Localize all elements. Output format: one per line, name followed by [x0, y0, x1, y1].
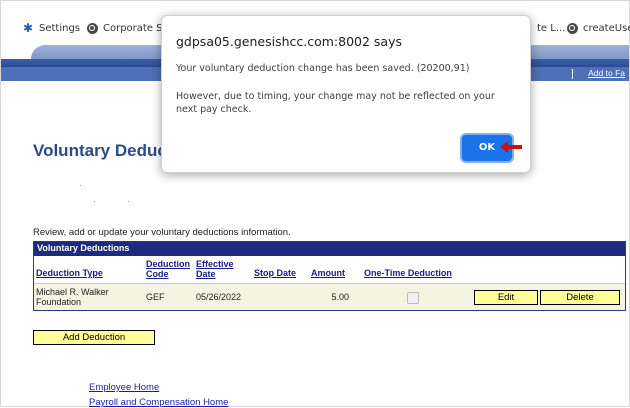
- bookmark-label: Settings: [39, 22, 81, 34]
- col-effective-date[interactable]: Effective Date: [196, 259, 236, 279]
- add-to-favorites-link[interactable]: Add to Fa: [588, 68, 625, 78]
- one-time-deduction-checkbox[interactable]: [407, 292, 419, 304]
- table-row: Michael R. Walker Foundation GEF 05/26/2…: [34, 283, 625, 310]
- deductions-grid: Voluntary Deductions Deduction Type Dedu…: [33, 241, 626, 311]
- cell-amount: 5.00: [331, 292, 349, 302]
- col-deduction-code[interactable]: Deduction Code: [146, 259, 194, 279]
- dialog-message-saved: Your voluntary deduction change has been…: [176, 63, 470, 74]
- grid-header-row: Deduction Type Deduction Code Effective …: [34, 256, 625, 283]
- dialog-message-timing: However, due to timing, your change may …: [176, 91, 495, 115]
- globe-icon: [87, 22, 98, 34]
- cell-effective-date: 05/26/2022: [196, 292, 242, 302]
- bookmark-corporate[interactable]: Corporate S: [87, 19, 163, 37]
- bookmark-label: createUse: [583, 22, 630, 34]
- bookmark-settings[interactable]: ✱ Settings: [23, 19, 80, 37]
- browser-page: ✱ Settings Corporate S te L... createUse…: [0, 0, 630, 408]
- payroll-compensation-home-link[interactable]: Payroll and Compensation Home: [89, 397, 228, 408]
- col-deduction-type[interactable]: Deduction Type: [36, 268, 103, 278]
- nav-separator: [572, 69, 573, 79]
- cell-deduction-code: GEF: [146, 292, 165, 302]
- intro-text: Review, add or update your voluntary ded…: [33, 227, 291, 238]
- decorative-dot: ·: [79, 181, 82, 190]
- col-amount[interactable]: Amount: [311, 268, 345, 278]
- decorative-dot: ·: [127, 197, 130, 206]
- globe-icon: [567, 22, 578, 34]
- bookmark-label: te L...: [537, 22, 566, 34]
- cell-deduction-type: Michael R. Walker Foundation: [36, 287, 109, 307]
- grid-title: Voluntary Deductions: [34, 242, 625, 256]
- red-arrow-annotation: [500, 141, 522, 153]
- bookmark-truncated[interactable]: te L...: [537, 19, 565, 37]
- employee-home-link[interactable]: Employee Home: [89, 382, 159, 393]
- edit-button[interactable]: Edit: [474, 290, 538, 305]
- bookmark-label: Corporate S: [103, 22, 163, 34]
- col-one-time-deduction[interactable]: One-Time Deduction: [364, 268, 452, 278]
- decorative-dot: ·: [93, 197, 96, 206]
- bookmark-createuser[interactable]: createUse: [567, 19, 630, 37]
- add-deduction-button[interactable]: Add Deduction: [33, 330, 155, 345]
- gear-icon: ✱: [23, 20, 34, 35]
- alert-dialog: gdpsa05.genesishcc.com:8002 says Your vo…: [161, 15, 531, 173]
- page-title: Voluntary Deducti: [33, 141, 178, 160]
- dialog-title: gdpsa05.genesishcc.com:8002 says: [176, 34, 403, 49]
- delete-button[interactable]: Delete: [540, 290, 620, 305]
- col-stop-date[interactable]: Stop Date: [254, 268, 296, 278]
